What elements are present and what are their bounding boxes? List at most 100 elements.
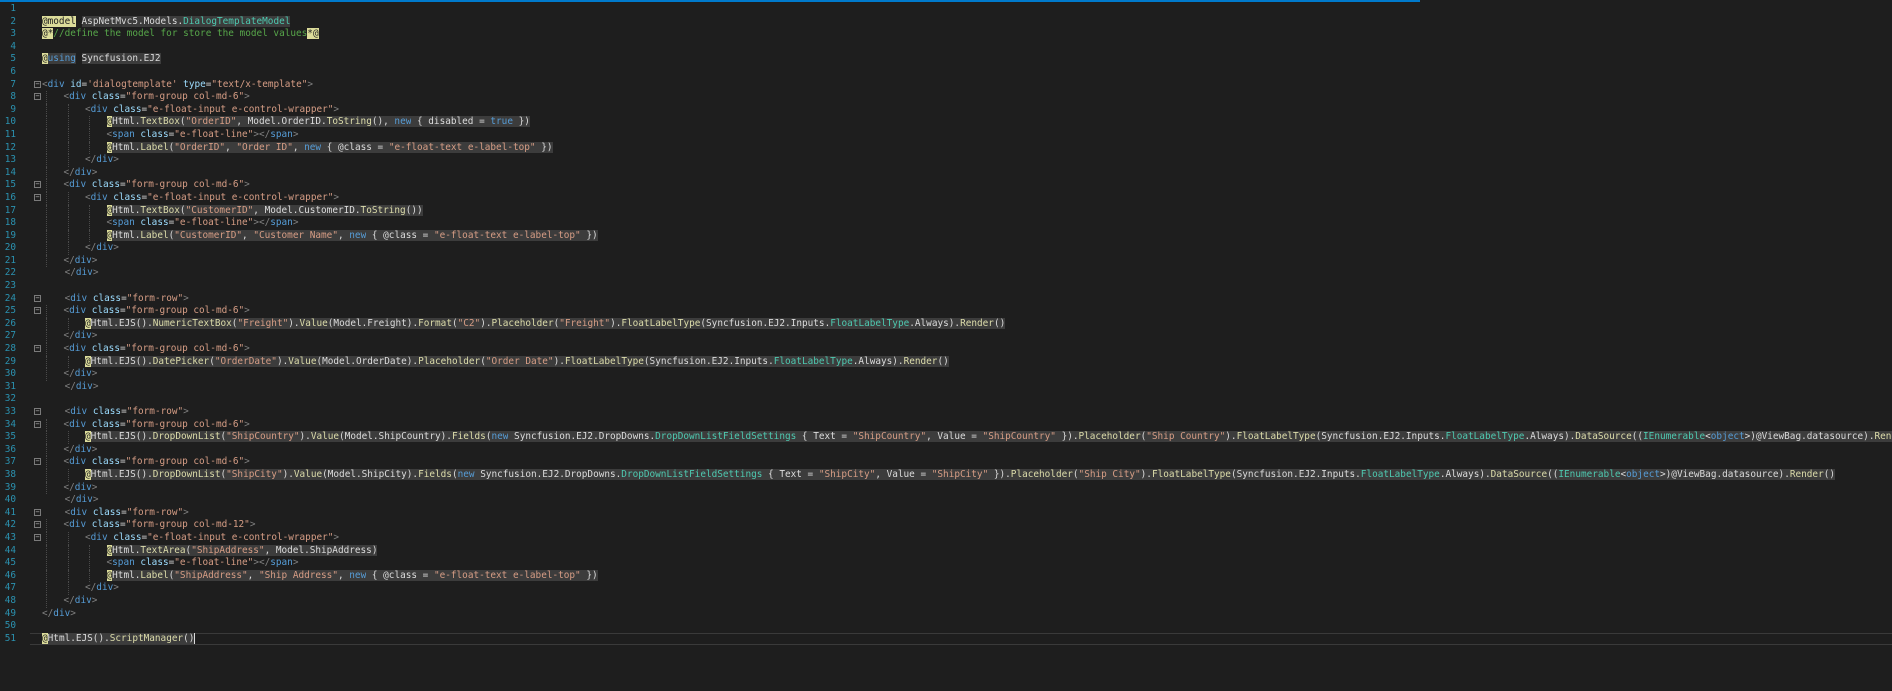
code-token: </ (42, 607, 54, 619)
code-token: "Order ID" (236, 141, 293, 153)
code-line[interactable]: 14 </div> (0, 166, 1892, 180)
code-line[interactable]: 12 @Html.Label("OrderID", "Order ID", new… (0, 141, 1892, 155)
line-number: 4 (10, 40, 16, 52)
code-line[interactable]: 32 (0, 393, 1892, 406)
code-token: Html. (112, 229, 141, 241)
collapse-region-icon[interactable]: − (34, 307, 41, 315)
code-text: </div> (64, 330, 98, 343)
collapse-region-icon[interactable]: − (34, 420, 41, 428)
code-token: div (69, 91, 87, 103)
code-line[interactable]: 16 − <div class="e-float-input e-control-w… (0, 191, 1892, 205)
code-line[interactable]: 37 − <div class="form-group col-md-6"> (0, 456, 1892, 469)
line-number: 24 (4, 292, 16, 304)
code-line[interactable]: 47 </div> (0, 582, 1892, 595)
collapse-region-icon[interactable]: − (34, 521, 41, 529)
code-line[interactable]: 30 </div> (0, 368, 1892, 381)
code-token: "ShipCity" (931, 468, 989, 480)
code-token: </ (85, 242, 97, 254)
code-line[interactable]: 36 </div> (0, 443, 1892, 457)
code-line[interactable]: 41 − <div class="form-row"> (0, 507, 1892, 520)
code-token: { @class = (366, 569, 434, 581)
code-line[interactable]: 19 @Html.Label("CustomerID", "Customer Na… (0, 229, 1892, 243)
collapse-region-icon[interactable]: − (34, 181, 41, 189)
indent-guide (89, 569, 91, 583)
code-line[interactable]: 33 − <div class="form-row"> (0, 406, 1892, 419)
code-line[interactable]: 24 − <div class="form-row"> (0, 293, 1892, 306)
code-line[interactable]: 23 (0, 280, 1892, 293)
collapse-region-icon[interactable]: − (34, 345, 41, 353)
code-token: NumericTextBox (152, 317, 232, 329)
code-line[interactable]: 40 </div> (0, 494, 1892, 507)
code-line[interactable]: 27 </div> (0, 330, 1892, 344)
collapse-region-icon[interactable]: − (34, 294, 41, 302)
code-line[interactable]: 45 <span class="e-float-line"></span> (0, 557, 1892, 570)
code-line[interactable]: 26 @Html.EJS().NumericTextBox ("Freight").… (0, 317, 1892, 331)
code-line[interactable]: 1 (0, 3, 1892, 16)
code-line[interactable]: 18 <span class="e-float-line"></span> (0, 217, 1892, 230)
code-line[interactable]: 42 − <div class="form-group col-md-12"> (0, 519, 1892, 532)
code-line[interactable]: 9 <div class="e-float-input e-control-wra… (0, 103, 1892, 117)
code-line[interactable]: 6 (0, 66, 1892, 79)
code-token: div (69, 456, 87, 468)
code-line[interactable]: 35 @Html.EJS().DropDownList("ShipCountry"… (0, 431, 1892, 444)
line-number: 28 (4, 343, 16, 355)
code-line[interactable]: 39 </div> (0, 481, 1892, 495)
code-token: "e-float-text e-label-top" (388, 141, 536, 153)
indent-guide (46, 317, 48, 331)
collapse-region-icon[interactable]: − (34, 193, 41, 201)
code-token: { @class = (321, 141, 389, 153)
code-line[interactable]: 15 − <div class="form-group col-md-6"> (0, 179, 1892, 192)
code-line[interactable]: 29 @Html.EJS().DatePicker("OrderDate").Va… (0, 355, 1892, 369)
code-line[interactable]: 4 (0, 41, 1892, 54)
code-line[interactable]: 31 </div> (0, 381, 1892, 394)
code-line[interactable]: 44 @Html.TextArea("ShipAddress", Model.Sh… (0, 544, 1892, 558)
code-line[interactable]: 38 @Html.EJS().DropDownList("ShipCity").V… (0, 468, 1892, 482)
code-token: div (69, 519, 87, 531)
collapse-region-icon[interactable]: − (34, 458, 41, 466)
code-line[interactable]: 43 − <div class="e-float-input e-control-w… (0, 531, 1892, 545)
code-line[interactable]: 7 − <div id='dialogtemplate' type="text/x-… (0, 79, 1892, 92)
code-line[interactable]: 25 − <div class="form-group col-md-6"> (0, 305, 1892, 318)
line-number: 34 (4, 418, 16, 430)
code-token: TextBox (140, 116, 180, 128)
indent-guide (46, 368, 48, 381)
collapse-region-icon[interactable]: − (34, 533, 41, 541)
code-token: "e-float-text e-label-top" (433, 229, 581, 241)
code-line[interactable]: 49 </div> (0, 608, 1892, 621)
code-line[interactable]: 3 @*//define the model for store the mode… (0, 28, 1892, 41)
collapse-region-icon[interactable]: − (34, 80, 41, 88)
code-token: (Syncfusion.EJ2.Inputs. (1315, 431, 1446, 443)
code-line[interactable]: 13 </div> (0, 154, 1892, 167)
code-line[interactable]: 34 − <div class="form-group col-md-6"> (0, 418, 1892, 432)
code-line[interactable]: 28 − <div class="form-group col-md-6"> (0, 343, 1892, 356)
line-number: 5 (10, 53, 16, 65)
code-line[interactable]: 17 @Html.TextBox("CustomerID", Model.Cust… (0, 204, 1892, 218)
code-line[interactable]: 20 </div> (0, 242, 1892, 255)
code-token: class (113, 103, 142, 115)
code-editor[interactable]: 1 2 @model AspNetMvc5.Models.DialogTemplat… (0, 3, 1892, 691)
collapse-region-icon[interactable]: − (34, 408, 41, 415)
collapse-region-icon[interactable]: − (34, 93, 41, 101)
code-line[interactable]: 10 @Html.TextBox("OrderID", Model.OrderID… (0, 116, 1892, 129)
code-line[interactable]: 22 </div> (0, 267, 1892, 280)
code-line[interactable]: 50 (0, 620, 1892, 633)
code-line[interactable]: 46 @Html.Label("ShipAddress", "Ship Addre… (0, 569, 1892, 583)
code-token: id (70, 78, 82, 90)
code-text: @model AspNetMvc5.Models.DialogTemplateM… (42, 15, 291, 29)
code-token: >)@ViewBag.datasource). (1744, 431, 1875, 443)
line-number: 21 (4, 254, 16, 266)
code-line[interactable]: 51 @Html.EJS().ScriptManager() (0, 632, 1892, 646)
indent-guide (46, 569, 48, 583)
code-line[interactable]: 11 <span class="e-float-line"></span> (0, 128, 1892, 142)
code-line[interactable]: 5 @using Syncfusion.EJ2 (0, 53, 1892, 66)
collapse-region-icon[interactable]: − (34, 508, 41, 516)
code-line[interactable]: 21 </div> (0, 254, 1892, 268)
code-line[interactable]: 8 − <div class="form-group col-md-6"> (0, 91, 1892, 104)
code-token: { @class = (366, 229, 434, 241)
code-line[interactable]: 48 </div> (0, 594, 1892, 608)
line-number: 22 (4, 267, 16, 279)
code-line[interactable]: 2 @model AspNetMvc5.Models.DialogTemplate… (0, 15, 1892, 29)
code-token: class (91, 456, 120, 468)
code-token: (Syncfusion.EJ2.Inputs. (1230, 468, 1361, 480)
